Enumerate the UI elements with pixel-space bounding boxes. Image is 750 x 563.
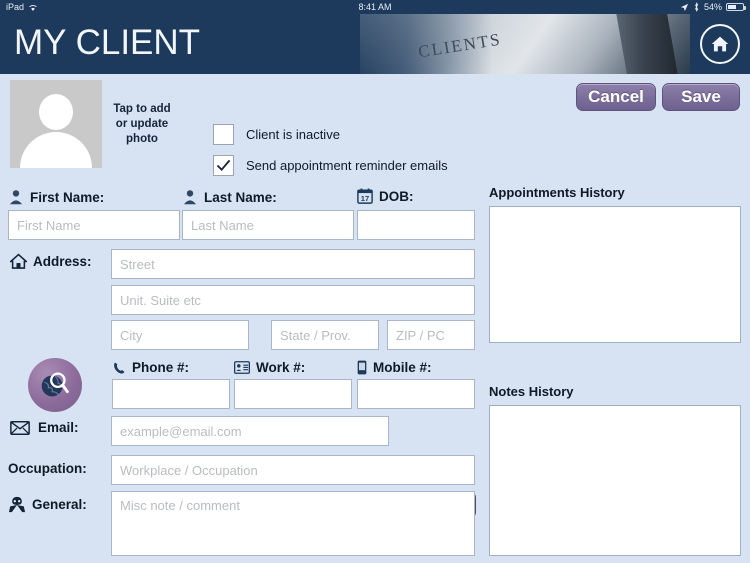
person-placeholder-body: [20, 132, 92, 168]
status-bar-right: 54%: [680, 2, 746, 12]
photo-caption-line3: photo: [126, 133, 158, 145]
contact-card-icon: [234, 361, 250, 374]
clock: 8:41 AM: [358, 2, 392, 12]
mobile-input[interactable]: [357, 379, 475, 409]
street-input[interactable]: [111, 249, 475, 279]
calendar-icon: 17: [357, 188, 373, 204]
unit-input[interactable]: [111, 285, 475, 315]
checkbox-row-reminders[interactable]: Send appointment reminder emails: [213, 155, 448, 176]
phone-handset-icon: [114, 362, 125, 374]
occupation-input[interactable]: [111, 455, 475, 485]
general-notes-input[interactable]: [111, 491, 475, 556]
form-body: Cancel Save Tap to add or update photo C…: [0, 74, 750, 563]
battery-percent: 54%: [703, 2, 722, 12]
work-label: Work #:: [256, 360, 306, 375]
photo-caption-line1: Tap to add: [113, 103, 171, 115]
first-name-input[interactable]: [8, 210, 180, 240]
email-label-group: Email:: [10, 420, 79, 435]
email-label: Email:: [38, 420, 79, 435]
checkbox-label-inactive: Client is inactive: [246, 127, 340, 142]
email-input[interactable]: [111, 416, 389, 446]
first-name-label-group: First Name:: [8, 189, 104, 205]
photo-caption-line2: or update: [115, 118, 169, 130]
checkbox-row-inactive[interactable]: Client is inactive: [213, 124, 340, 145]
last-name-input[interactable]: [182, 210, 354, 240]
client-photo-button[interactable]: [10, 80, 102, 168]
save-button[interactable]: Save: [662, 83, 740, 111]
address-label: Address:: [33, 254, 92, 269]
page-title: MY CLIENT: [14, 23, 201, 62]
notes-history-title: Notes History: [489, 384, 574, 399]
bluetooth-icon: [694, 2, 699, 12]
state-input[interactable]: [271, 320, 379, 350]
work-label-group: Work #:: [234, 360, 305, 375]
dob-input[interactable]: [357, 210, 475, 240]
first-name-label: First Name:: [30, 189, 105, 205]
occupation-label: Occupation:: [8, 461, 87, 476]
dob-label: DOB:: [379, 188, 414, 204]
city-input[interactable]: [111, 320, 249, 350]
app-header: CLIENTS MY CLIENT: [0, 14, 750, 74]
checkbox-client-inactive[interactable]: [213, 124, 234, 145]
mobile-label-group: Mobile #:: [357, 360, 432, 375]
general-label-group: General:: [8, 496, 87, 513]
cancel-button[interactable]: Cancel: [576, 83, 656, 111]
location-arrow-icon: [680, 3, 689, 11]
address-label-group: Address:: [10, 253, 92, 270]
envelope-icon: [10, 420, 30, 435]
home-icon: [711, 36, 729, 52]
person-placeholder-icon: [39, 94, 73, 130]
phone-input[interactable]: [112, 379, 230, 409]
battery-icon: [726, 3, 746, 11]
mobile-label: Mobile #:: [373, 360, 432, 375]
appointments-history-list[interactable]: [489, 206, 741, 343]
address-map-search-button[interactable]: [28, 358, 82, 412]
work-input[interactable]: [234, 379, 352, 409]
home-button[interactable]: [700, 24, 740, 64]
general-label: General:: [32, 497, 87, 512]
svg-text:17: 17: [361, 194, 369, 203]
person-icon: [10, 190, 22, 205]
checkbox-send-reminders[interactable]: [213, 155, 234, 176]
header-banner-photo: CLIENTS: [360, 14, 690, 74]
check-icon: [216, 159, 231, 172]
person-icon: [184, 190, 196, 205]
phone-label: Phone #:: [132, 360, 190, 375]
dob-label-group: 17 DOB:: [357, 188, 414, 204]
mobile-phone-icon: [357, 360, 367, 375]
phone-label-group: Phone #:: [112, 360, 189, 375]
last-name-label-group: Last Name:: [182, 189, 277, 205]
status-bar: iPad 8:41 AM 54%: [0, 0, 750, 14]
zip-input[interactable]: [387, 320, 475, 350]
home-icon: [10, 253, 27, 269]
globe-search-icon: [41, 372, 69, 397]
person-bust-icon: [8, 496, 26, 513]
notes-history-list[interactable]: [489, 405, 741, 556]
photo-caption: Tap to add or update photo: [108, 102, 176, 147]
appointments-history-title: Appointments History: [489, 185, 625, 200]
checkbox-label-reminders: Send appointment reminder emails: [246, 158, 448, 173]
last-name-label: Last Name:: [204, 189, 277, 205]
client-form-screen: iPad 8:41 AM 54% CLIENTS MY CLIENT Cance…: [0, 0, 750, 563]
